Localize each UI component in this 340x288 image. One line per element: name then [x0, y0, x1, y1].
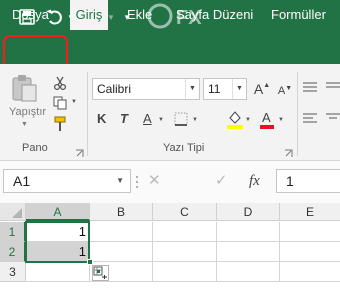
cell-e3[interactable] [280, 262, 340, 282]
column-header-c[interactable]: C [153, 203, 217, 221]
enter-icon[interactable]: ✓ [215, 172, 228, 190]
row-header-3[interactable]: 3 [0, 262, 26, 282]
copy-dropdown-icon[interactable]: ▼ [71, 99, 77, 105]
selection-border [25, 221, 90, 263]
cell-c1[interactable] [153, 222, 217, 242]
align-top-icon[interactable] [302, 80, 318, 94]
font-color-icon[interactable]: A [258, 108, 276, 130]
name-box[interactable]: A1 ▼ [3, 169, 131, 193]
font-size-box[interactable]: 11 ▼ [203, 78, 247, 100]
svg-text:A: A [262, 110, 271, 125]
fill-color-dropdown-icon[interactable]: ▼ [245, 117, 251, 123]
cut-icon[interactable] [51, 75, 69, 91]
borders-icon[interactable] [172, 110, 190, 128]
align-center-icon[interactable] [326, 111, 340, 125]
cell-e1[interactable] [280, 222, 340, 242]
borders-dropdown-icon[interactable]: ▼ [192, 117, 198, 123]
tab-home[interactable]: Giriş [70, 0, 108, 30]
font-name-dropdown-icon[interactable]: ▼ [185, 79, 199, 99]
cell-c3[interactable] [153, 262, 217, 282]
font-name-value: Calibri [97, 82, 132, 96]
shrink-font-label: A [277, 85, 286, 97]
shrink-font-icon: ▼ [285, 84, 293, 92]
clipboard-group-label: Pano [22, 142, 48, 154]
tab-file[interactable]: Dosya [12, 0, 49, 30]
row-header-2[interactable]: 2 [0, 242, 26, 262]
font-size-dropdown-icon[interactable]: ▼ [232, 79, 246, 99]
font-group-label: Yazı Tipi [163, 142, 205, 154]
cell-b2[interactable] [90, 242, 153, 262]
cell-a3[interactable] [26, 262, 90, 282]
clipboard-launcher-icon[interactable] [75, 145, 84, 157]
font-color-dropdown-icon[interactable]: ▼ [278, 117, 284, 123]
font-launcher-icon[interactable] [284, 145, 293, 157]
underline-dropdown-icon[interactable]: ▼ [158, 117, 164, 123]
cancel-icon[interactable]: ✕ [148, 172, 161, 190]
cell-d3[interactable] [217, 262, 280, 282]
grow-font-icon: ▲ [263, 81, 271, 89]
cell-c2[interactable] [153, 242, 217, 262]
cell-d2[interactable] [217, 242, 280, 262]
tab-formulas[interactable]: Formüller [271, 0, 326, 30]
bold-button[interactable]: K [97, 109, 106, 129]
column-header-d[interactable]: D [217, 203, 280, 221]
shrink-font-button[interactable]: A ▼ [276, 81, 294, 101]
underline-button[interactable]: A [143, 109, 152, 129]
row-header-1[interactable]: 1 [0, 222, 26, 242]
column-header-a[interactable]: A [26, 203, 90, 221]
paste-label[interactable]: Yapıştır [9, 106, 46, 118]
cell-b1[interactable] [90, 222, 153, 242]
italic-button[interactable]: T [120, 109, 128, 129]
align-left-icon[interactable] [302, 111, 318, 125]
group-separator [87, 72, 88, 156]
select-all-icon [12, 208, 22, 218]
paste-icon[interactable] [8, 72, 40, 104]
cell-d1[interactable] [217, 222, 280, 242]
group-separator [297, 72, 298, 156]
insert-function-icon[interactable]: fx [249, 172, 260, 190]
name-box-value: A1 [13, 173, 31, 189]
fill-color-icon[interactable] [225, 108, 245, 130]
column-header-b[interactable]: B [90, 203, 153, 221]
tab-page-layout[interactable]: Sayfa Düzeni [176, 0, 253, 30]
font-size-value: 11 [208, 82, 221, 96]
font-name-box[interactable]: Calibri ▼ [92, 78, 200, 100]
name-box-dropdown-icon[interactable]: ▼ [116, 170, 124, 192]
copy-icon[interactable] [51, 95, 69, 111]
formula-input[interactable]: 1 [276, 169, 340, 193]
grow-font-label: A [253, 81, 264, 97]
column-header-e[interactable]: E [280, 203, 340, 221]
format-painter-icon[interactable] [51, 115, 69, 133]
grow-font-button[interactable]: A ▲ [253, 79, 271, 99]
autofill-options-icon[interactable] [92, 265, 109, 281]
resize-handle[interactable] [136, 174, 138, 190]
paste-dropdown-icon[interactable]: ▼ [21, 121, 28, 128]
cell-e2[interactable] [280, 242, 340, 262]
tab-insert[interactable]: Ekle [127, 0, 152, 30]
align-middle-icon[interactable] [326, 80, 340, 94]
